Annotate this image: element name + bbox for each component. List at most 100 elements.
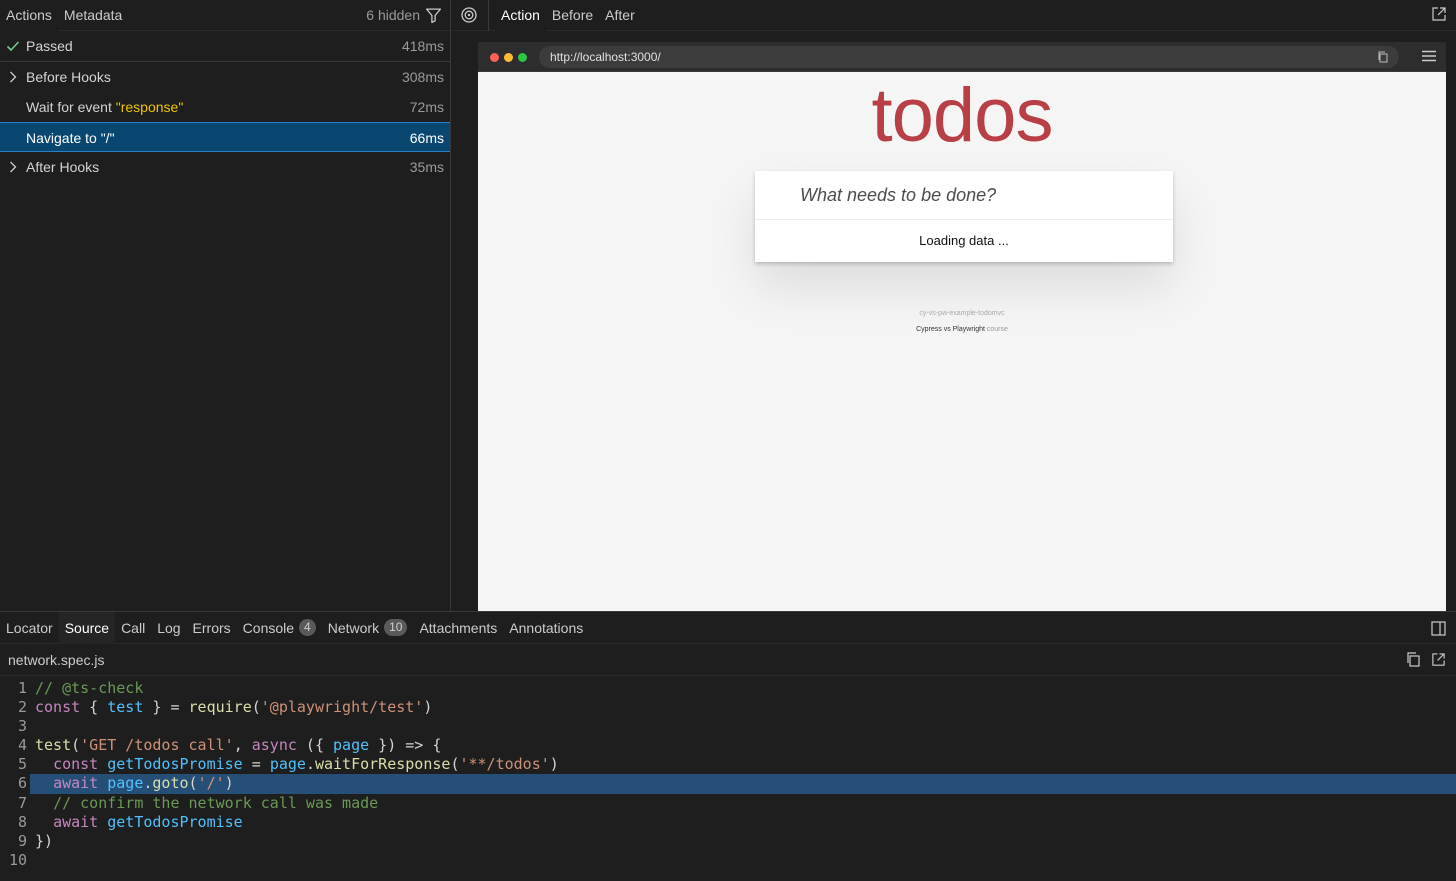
action-label: Passed — [26, 38, 73, 54]
browser-snapshot: http://localhost:3000/ todos What needs … — [478, 42, 1446, 611]
tab-console[interactable]: Console 4 — [237, 612, 322, 644]
tab-after[interactable]: After — [599, 0, 641, 31]
tab-actions[interactable]: Actions — [0, 0, 58, 31]
action-duration: 418ms — [401, 38, 444, 54]
browser-toolbar: http://localhost:3000/ — [478, 42, 1446, 72]
sidebar-toggle-icon[interactable] — [1431, 621, 1446, 636]
footer-course: Cypress vs Playwright course — [478, 326, 1446, 333]
code-line: 9}) — [0, 832, 1456, 851]
tab-log[interactable]: Log — [151, 612, 186, 644]
action-duration: 66ms — [409, 130, 444, 146]
filter-icon[interactable] — [425, 7, 442, 24]
line-number: 4 — [17, 736, 27, 755]
action-label: After Hooks — [26, 159, 100, 175]
action-label: Navigate to "/" — [26, 130, 115, 146]
tab-label: Console — [242, 619, 295, 636]
line-number: 9 — [17, 831, 27, 850]
details-tab-bar: Locator Source Call Log Errors Console 4 … — [0, 611, 1456, 644]
tab-errors[interactable]: Errors — [187, 612, 237, 644]
app-title: todos — [871, 73, 1054, 158]
external-link-icon[interactable] — [1431, 652, 1446, 667]
count-badge: 10 — [384, 619, 408, 636]
line-number: 8 — [17, 812, 27, 831]
tab-action[interactable]: Action — [495, 0, 546, 31]
action-duration: 308ms — [401, 69, 444, 85]
left-tab-bar: Actions Metadata 6 hidden — [0, 0, 450, 31]
current-line-highlight — [30, 774, 1456, 794]
code-text: const { test } = require('@playwright/te… — [35, 698, 433, 717]
action-duration: 72ms — [409, 99, 444, 115]
line-number: 7 — [17, 793, 27, 812]
code-line: 7 // confirm the network call was made — [0, 794, 1456, 813]
code-text: // @ts-check — [35, 679, 144, 697]
details-panel: Locator Source Call Log Errors Console 4 … — [0, 611, 1456, 881]
maximize-dot-icon — [518, 53, 527, 62]
menu-icon[interactable] — [1422, 50, 1436, 62]
copy-icon[interactable] — [1406, 652, 1421, 667]
todo-app: What needs to be done? Loading data ... — [755, 171, 1173, 262]
action-label: Before Hooks — [26, 69, 111, 85]
footer-link[interactable]: Cypress vs Playwright — [916, 326, 985, 333]
tab-label: Network — [327, 619, 380, 636]
url-text: http://localhost:3000/ — [550, 50, 661, 64]
footer-repo: cy-vs-pw-example-todomvc — [919, 310, 1005, 317]
code-text: await page.goto('/') — [53, 774, 234, 793]
action-label-string: "response" — [115, 99, 184, 115]
footer-suffix: course — [984, 326, 1008, 333]
target-icon[interactable] — [460, 6, 478, 24]
url-bar[interactable]: http://localhost:3000/ — [539, 46, 1399, 68]
line-number: 1 — [17, 679, 27, 697]
check-icon — [6, 41, 20, 52]
divider — [488, 0, 489, 31]
snapshot-tab-bar: Action Before After — [452, 0, 1456, 31]
source-file-bar: network.spec.js — [0, 644, 1456, 676]
action-duration: 35ms — [409, 159, 444, 175]
code-text: const getTodosPromise = page.waitForResp… — [53, 755, 559, 774]
hidden-count[interactable]: 6 hidden — [366, 0, 420, 31]
close-dot-icon — [490, 53, 499, 62]
tab-source[interactable]: Source — [58, 611, 116, 644]
count-badge: 4 — [299, 619, 316, 636]
code-line: 3 — [0, 717, 1456, 736]
action-passed[interactable]: Passed 418ms — [0, 31, 450, 62]
new-todo-input[interactable]: What needs to be done? — [755, 171, 1173, 220]
line-number: 5 — [17, 755, 27, 774]
code-line: 2 const { test } = require('@playwright/t… — [0, 698, 1456, 717]
minimize-dot-icon — [504, 53, 513, 62]
code-line: 5 const getTodosPromise = page.waitForRe… — [0, 755, 1456, 774]
external-link-icon[interactable] — [1431, 6, 1447, 22]
tab-network[interactable]: Network 10 — [322, 612, 414, 644]
loading-message: Loading data ... — [919, 233, 1009, 248]
action-label: Wait for event "response" — [26, 92, 183, 122]
code-line: 4 test('GET /todos call', async ({ page }… — [0, 736, 1456, 755]
code-line-highlighted: 6 await page.goto('/') — [0, 774, 1456, 794]
code-text: // confirm the network call was made — [53, 793, 379, 812]
tab-before[interactable]: Before — [546, 0, 599, 31]
actions-panel: Actions Metadata 6 hidden Passed 418ms B… — [0, 0, 451, 611]
tab-attachments[interactable]: Attachments — [413, 612, 503, 644]
tab-annotations[interactable]: Annotations — [503, 612, 589, 644]
file-name: network.spec.js — [8, 652, 105, 668]
line-number: 6 — [17, 774, 27, 793]
tab-metadata[interactable]: Metadata — [58, 0, 128, 31]
action-after-hooks[interactable]: After Hooks 35ms — [0, 152, 450, 182]
action-before-hooks[interactable]: Before Hooks 308ms — [0, 62, 450, 92]
chevron-right-icon[interactable] — [6, 70, 20, 84]
code-line: 1 // @ts-check — [0, 679, 1456, 698]
copy-icon[interactable] — [1377, 51, 1389, 63]
line-number: 10 — [8, 850, 27, 869]
source-code: 1 // @ts-check 2 const { test } = require(… — [0, 679, 1456, 870]
code-line: 10 — [0, 851, 1456, 870]
action-navigate[interactable]: Navigate to "/" 66ms — [0, 122, 450, 152]
line-number: 3 — [17, 717, 27, 736]
code-text: await getTodosPromise — [53, 812, 243, 831]
code-text: test('GET /todos call', async ({ page })… — [35, 736, 442, 755]
tab-call[interactable]: Call — [115, 612, 151, 644]
snapshot-panel: Action Before After http://localhost:300… — [452, 0, 1456, 611]
action-wait-for-event[interactable]: Wait for event "response" 72ms — [0, 92, 450, 122]
code-line: 8 await getTodosPromise — [0, 813, 1456, 832]
tab-locator[interactable]: Locator — [0, 612, 59, 644]
chevron-right-icon[interactable] — [6, 160, 20, 174]
line-number: 2 — [17, 698, 27, 717]
action-label-prefix: Wait for event — [26, 99, 116, 115]
